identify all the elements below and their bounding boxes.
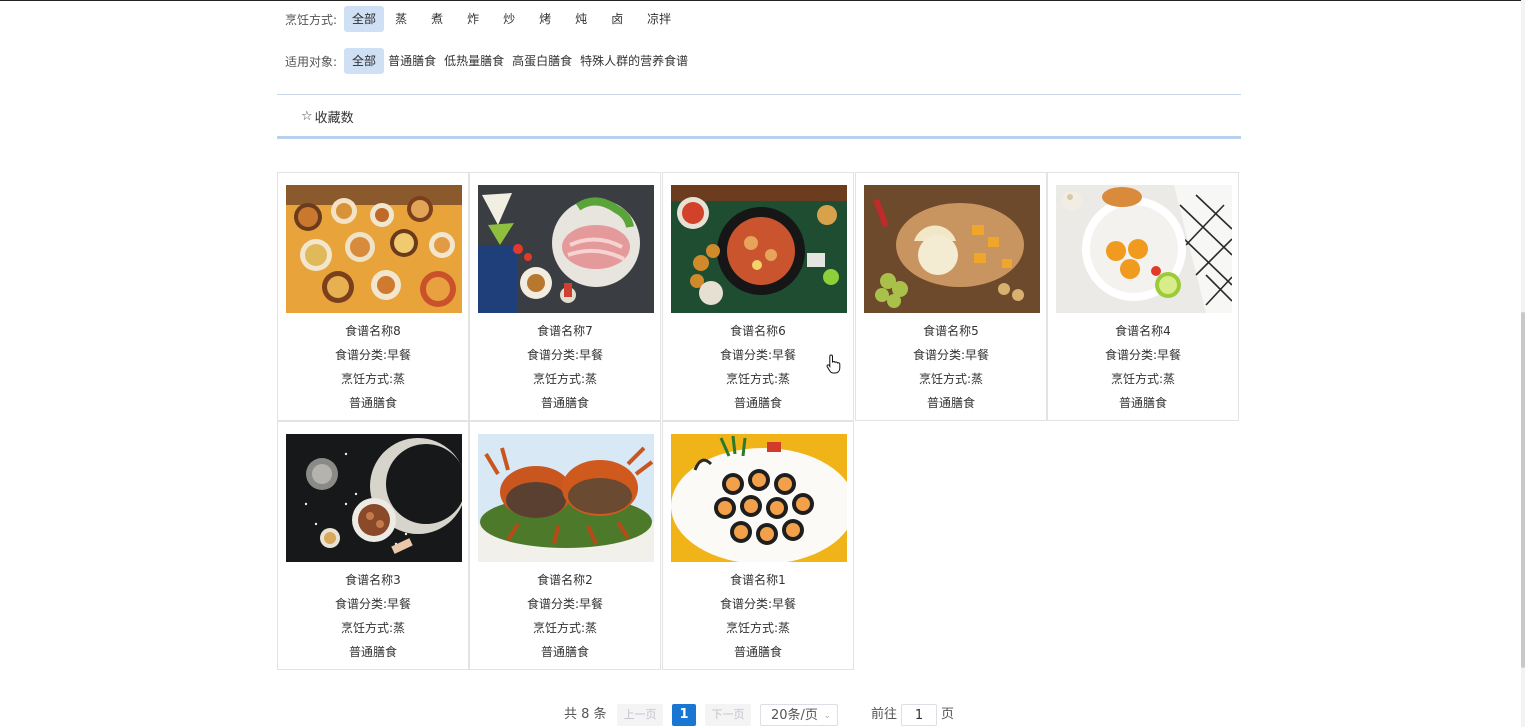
recipe-category: 食谱分类:早餐 xyxy=(912,348,990,362)
recipe-name: 食谱名称1 xyxy=(730,573,786,587)
chevron-down-icon: ⌄ xyxy=(823,711,831,721)
recipe-name: 食谱名称3 xyxy=(345,573,401,587)
recipe-image xyxy=(286,185,462,313)
recipe-target-group: 普通膳食 xyxy=(348,645,397,659)
recipe-name: 食谱名称6 xyxy=(730,324,786,338)
recipe-target-group: 普通膳食 xyxy=(926,396,975,410)
cooking-option-cold[interactable]: 凉拌 xyxy=(639,6,679,32)
goto-unit-label: 页 xyxy=(941,707,955,722)
target-filter-row: 适用对象: 全部 普通膳食 低热量膳食 高蛋白膳食 特殊人群的营养食谱 xyxy=(285,48,692,74)
cooking-option-all[interactable]: 全部 xyxy=(344,6,385,32)
page-size-value: 20条/页 xyxy=(771,708,818,723)
recipe-grid: 食谱名称8 食谱分类:早餐 烹饪方式:蒸 普通膳食 食谱名称7 食谱分类:早餐 xyxy=(277,172,1241,672)
target-option-high-protein[interactable]: 高蛋白膳食 xyxy=(508,48,576,74)
recipe-category: 食谱分类:早餐 xyxy=(1104,348,1182,362)
recipe-image xyxy=(478,434,654,562)
pagination-total: 共 8 条 xyxy=(564,707,607,722)
target-option-normal[interactable]: 普通膳食 xyxy=(384,48,440,74)
recipe-card[interactable]: 食谱名称5 食谱分类:早餐 烹饪方式:蒸 普通膳食 xyxy=(855,172,1047,421)
page-size-select[interactable]: 20条/页 ⌄ xyxy=(760,704,838,726)
star-outline-icon: ☆ xyxy=(301,109,313,124)
prev-page-button[interactable]: 上一页 xyxy=(617,704,663,726)
cooking-option-stirfry[interactable]: 炒 xyxy=(495,6,523,32)
recipe-name: 食谱名称7 xyxy=(537,324,593,338)
recipe-category: 食谱分类:早餐 xyxy=(334,597,412,611)
scrollbar[interactable] xyxy=(1521,0,1525,727)
recipe-category: 食谱分类:早餐 xyxy=(526,348,604,362)
pagination: 共 8 条 上一页 1 下一页 20条/页 ⌄ 前往 1 页 xyxy=(0,704,1525,726)
recipe-target-group: 普通膳食 xyxy=(733,396,782,410)
recipe-image xyxy=(1056,185,1232,313)
recipe-target-group: 普通膳食 xyxy=(733,645,782,659)
target-option-low-calorie[interactable]: 低热量膳食 xyxy=(440,48,508,74)
cooking-option-roast[interactable]: 烤 xyxy=(531,6,559,32)
recipe-category: 食谱分类:早餐 xyxy=(719,348,797,362)
recipe-name: 食谱名称5 xyxy=(923,324,979,338)
recipe-cooking-method: 烹饪方式:蒸 xyxy=(340,372,406,386)
recipe-cooking-method: 烹饪方式:蒸 xyxy=(725,621,791,635)
window-top-border xyxy=(0,0,1525,1)
cooking-filter-row: 烹饪方式: 全部 蒸 煮 炸 炒 烤 炖 卤 凉拌 xyxy=(285,6,687,32)
scrollbar-thumb[interactable] xyxy=(1521,312,1525,668)
recipe-cooking-method: 烹饪方式:蒸 xyxy=(918,372,984,386)
recipe-target-group: 普通膳食 xyxy=(348,396,397,410)
recipe-card[interactable]: 食谱名称4 食谱分类:早餐 烹饪方式:蒸 普通膳食 xyxy=(1047,172,1239,421)
recipe-image xyxy=(671,434,847,562)
cooking-filter-label: 烹饪方式: xyxy=(285,12,338,27)
recipe-cooking-method: 烹饪方式:蒸 xyxy=(532,372,598,386)
recipe-name: 食谱名称4 xyxy=(1115,324,1171,338)
cooking-option-boil[interactable]: 煮 xyxy=(423,6,451,32)
goto-label: 前往 xyxy=(871,707,898,722)
recipe-target-group: 普通膳食 xyxy=(1118,396,1167,410)
target-option-all[interactable]: 全部 xyxy=(344,48,385,74)
cooking-option-stew[interactable]: 炖 xyxy=(567,6,595,32)
sort-bar: ☆ 收藏数 xyxy=(277,94,1241,139)
recipe-image xyxy=(478,185,654,313)
recipe-cooking-method: 烹饪方式:蒸 xyxy=(340,621,406,635)
target-option-special[interactable]: 特殊人群的营养食谱 xyxy=(576,48,692,74)
cooking-option-steam[interactable]: 蒸 xyxy=(387,6,415,32)
recipe-cooking-method: 烹饪方式:蒸 xyxy=(532,621,598,635)
recipe-card[interactable]: 食谱名称3 食谱分类:早餐 烹饪方式:蒸 普通膳食 xyxy=(277,421,469,670)
sort-bar-underline xyxy=(277,136,1241,139)
cooking-option-braise[interactable]: 卤 xyxy=(603,6,631,32)
recipe-image xyxy=(671,185,847,313)
recipe-category: 食谱分类:早餐 xyxy=(526,597,604,611)
recipe-category: 食谱分类:早餐 xyxy=(334,348,412,362)
recipe-cooking-method: 烹饪方式:蒸 xyxy=(725,372,791,386)
recipe-cooking-method: 烹饪方式:蒸 xyxy=(1110,372,1176,386)
recipe-card[interactable]: 食谱名称8 食谱分类:早餐 烹饪方式:蒸 普通膳食 xyxy=(277,172,469,421)
sort-label: 收藏数 xyxy=(314,111,354,126)
recipe-card[interactable]: 食谱名称2 食谱分类:早餐 烹饪方式:蒸 普通膳食 xyxy=(469,421,661,670)
recipe-image xyxy=(864,185,1040,313)
next-page-button[interactable]: 下一页 xyxy=(705,704,751,726)
page-number-current[interactable]: 1 xyxy=(672,704,696,726)
cooking-option-fry[interactable]: 炸 xyxy=(459,6,487,32)
hand-cursor-icon xyxy=(826,354,841,374)
recipe-target-group: 普通膳食 xyxy=(540,396,589,410)
recipe-card[interactable]: 食谱名称7 食谱分类:早餐 烹饪方式:蒸 普通膳食 xyxy=(469,172,661,421)
sort-by-favorites[interactable]: ☆ 收藏数 xyxy=(301,107,354,126)
target-filter-label: 适用对象: xyxy=(285,54,338,69)
recipe-card[interactable]: 食谱名称1 食谱分类:早餐 烹饪方式:蒸 普通膳食 xyxy=(662,421,854,670)
recipe-image xyxy=(286,434,462,562)
recipe-category: 食谱分类:早餐 xyxy=(719,597,797,611)
recipe-card[interactable]: 食谱名称6 食谱分类:早餐 烹饪方式:蒸 普通膳食 xyxy=(662,172,854,421)
recipe-name: 食谱名称2 xyxy=(537,573,593,587)
goto-page-input[interactable]: 1 xyxy=(901,704,937,726)
recipe-name: 食谱名称8 xyxy=(345,324,401,338)
recipe-target-group: 普通膳食 xyxy=(540,645,589,659)
